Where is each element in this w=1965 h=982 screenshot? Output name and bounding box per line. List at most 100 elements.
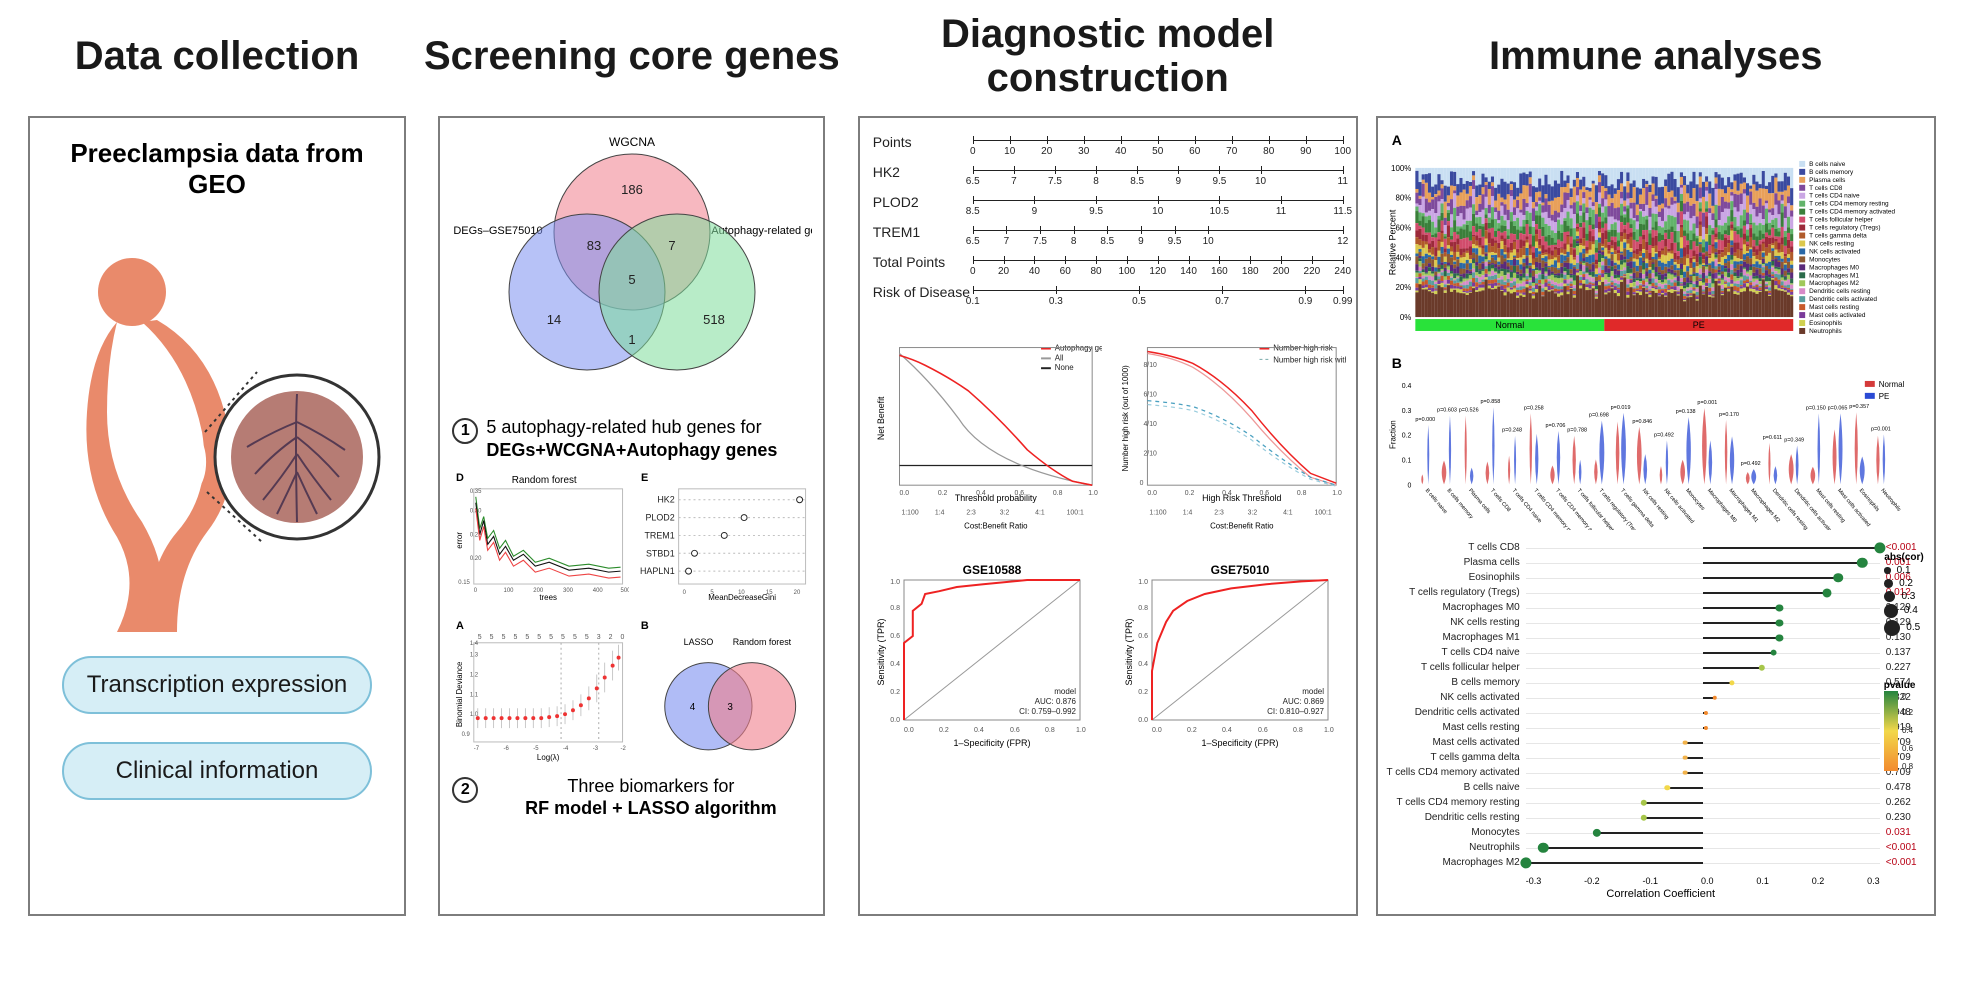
svg-text:T cells CD8: T cells CD8 [1489, 488, 1512, 513]
svg-text:-6: -6 [504, 746, 510, 752]
svg-text:D: D [456, 472, 464, 484]
svg-text:0%: 0% [1400, 313, 1411, 322]
svg-text:1.0: 1.0 [890, 579, 900, 586]
svg-text:0.8: 0.8 [890, 605, 900, 612]
svg-text:5: 5 [561, 634, 565, 641]
svg-text:Mast cells resting: Mast cells resting [1809, 304, 1859, 311]
svg-text:0.4: 0.4 [1222, 490, 1232, 497]
svg-text:1.0: 1.0 [1138, 579, 1148, 586]
svg-text:5: 5 [514, 634, 518, 641]
svg-text:1.0: 1.0 [1324, 727, 1334, 734]
svg-text:Monocytes: Monocytes [1684, 488, 1706, 512]
svg-text:1.2: 1.2 [470, 672, 478, 678]
svg-text:B cells memory: B cells memory [1809, 169, 1854, 176]
svg-text:p=0.000: p=0.000 [1415, 417, 1435, 423]
step-1: 1 5 autophagy-related hub genes for DEGs… [452, 416, 815, 461]
svg-text:0.4: 0.4 [1138, 661, 1148, 668]
svg-text:Mast cells activated: Mast cells activated [1809, 312, 1866, 319]
svg-text:Macrophages M0: Macrophages M0 [1809, 264, 1859, 271]
svg-text:p=0.492: p=0.492 [1741, 461, 1761, 467]
svg-text:GSE75010: GSE75010 [1210, 563, 1269, 577]
svg-text:518: 518 [703, 312, 725, 327]
svg-text:Sensitivity (TPR): Sensitivity (TPR) [1124, 618, 1134, 685]
svg-text:200: 200 [534, 588, 545, 594]
svg-text:0.4: 0.4 [1902, 726, 1914, 735]
svg-text:300: 300 [563, 588, 574, 594]
svg-text:0.4: 0.4 [890, 661, 900, 668]
svg-text:2:3: 2:3 [1214, 510, 1224, 517]
svg-text:p=0.248: p=0.248 [1502, 428, 1522, 434]
svg-text:Net Benefit: Net Benefit [875, 396, 885, 440]
dca-ccd-row: Autophagy genes All None Net Benefit Thr… [870, 338, 1346, 538]
svg-text:3:2: 3:2 [1247, 510, 1257, 517]
roc-row: GSE10588 Sensitivity (TPR) 1–Specificity… [870, 562, 1346, 767]
svg-text:0.4: 0.4 [974, 727, 984, 734]
svg-text:Cost:Benefit Ratio: Cost:Benefit Ratio [1210, 521, 1274, 530]
svg-text:All: All [1055, 353, 1064, 362]
svg-text:E: E [641, 472, 648, 484]
svg-text:p=0.611: p=0.611 [1762, 435, 1781, 441]
col-data-collection: Data collection Preeclampsia data from G… [28, 10, 406, 916]
svg-text:Dendritic cells activated: Dendritic cells activated [1809, 296, 1877, 303]
svg-text:1.4: 1.4 [470, 641, 479, 647]
step-2-number: 2 [452, 777, 478, 803]
title-screening: Screening core genes [424, 10, 840, 102]
venn-label-top: WGCNA [609, 135, 655, 149]
svg-text:7: 7 [668, 238, 675, 253]
dca-plot: Autophagy genes All None Net Benefit Thr… [870, 338, 1102, 538]
svg-text:0.0: 0.0 [1147, 490, 1157, 497]
violin-plot: 00.10.20.30.4FractionNormalPEp=0.000B ce… [1386, 371, 1926, 530]
svg-text:PLOD2: PLOD2 [645, 513, 674, 523]
svg-text:-7: -7 [474, 746, 479, 752]
svg-text:6/10: 6/10 [1143, 392, 1157, 399]
svg-text:0.35: 0.35 [470, 489, 482, 495]
svg-text:CI: 0.759–0.992: CI: 0.759–0.992 [1019, 707, 1076, 716]
svg-text:1:100: 1:100 [901, 510, 918, 517]
svg-text:0.2: 0.2 [1401, 433, 1411, 440]
svg-text:100:1: 100:1 [1066, 510, 1083, 517]
svg-text:model: model [1302, 687, 1324, 696]
svg-text:0.2: 0.2 [890, 689, 900, 696]
svg-text:0.8: 0.8 [1138, 605, 1148, 612]
frame-immune: A 0%20%40%60%80%100%Relative PercentNorm… [1376, 116, 1936, 916]
svg-text:1.3: 1.3 [470, 652, 479, 658]
svg-text:T cells CD8: T cells CD8 [1809, 185, 1843, 192]
figure-panels: Data collection Preeclampsia data from G… [0, 0, 1965, 926]
svg-text:1–Specificity (FPR): 1–Specificity (FPR) [953, 738, 1030, 748]
svg-text:0: 0 [1139, 480, 1143, 487]
svg-text:0.0: 0.0 [899, 490, 909, 497]
svg-text:error: error [455, 532, 464, 549]
svg-text:AUC: 0.869: AUC: 0.869 [1282, 697, 1324, 706]
lasso-rf-venn: B LASSO Random forest 4 3 [635, 617, 814, 771]
rf-gini-plot: E MeanDecreaseGini 05101520 HK2 PLOD2 TR… [635, 469, 814, 613]
svg-text:4:1: 4:1 [1283, 510, 1293, 517]
svg-text:5: 5 [490, 634, 494, 641]
svg-text:Monocytes: Monocytes [1809, 256, 1840, 263]
lollipop-wrap: T cells CD8<0.001Plasma cells0.001Eosino… [1386, 540, 1926, 900]
svg-text:Neutrophils: Neutrophils [1809, 328, 1842, 335]
svg-text:p=0.858: p=0.858 [1480, 399, 1500, 405]
svg-text:4: 4 [690, 702, 696, 713]
svg-text:0.1: 0.1 [1401, 457, 1411, 464]
title-immune: Immune analyses [1489, 10, 1823, 102]
svg-text:1:4: 1:4 [935, 510, 945, 517]
roc-GSE10588: GSE10588 Sensitivity (TPR) 1–Specificity… [870, 562, 1106, 767]
svg-text:Cost:Benefit Ratio: Cost:Benefit Ratio [964, 521, 1028, 530]
lasso-mini-row: A 5555 5555 55320 Binomial Deviance Log(… [450, 617, 813, 771]
svg-text:p=0.349: p=0.349 [1784, 437, 1804, 443]
lasso-plot: A 5555 5555 55320 Binomial Deviance Log(… [450, 617, 629, 771]
svg-text:PE: PE [1878, 392, 1889, 401]
svg-text:p=0.019: p=0.019 [1610, 405, 1630, 411]
svg-text:p=0.001: p=0.001 [1871, 426, 1891, 432]
svg-text:1:100: 1:100 [1149, 510, 1166, 517]
svg-text:0.2: 0.2 [1138, 689, 1148, 696]
svg-text:0.20: 0.20 [470, 556, 482, 562]
svg-text:0.2: 0.2 [1902, 708, 1914, 717]
svg-text:CI: 0.810–0.927: CI: 0.810–0.927 [1267, 707, 1324, 716]
lollipop-plot: T cells CD8<0.001Plasma cells0.001Eosino… [1386, 540, 1926, 900]
svg-text:Number high risk with event: Number high risk with event [1273, 355, 1346, 364]
svg-text:B cells naive: B cells naive [1423, 488, 1447, 515]
svg-text:0.8: 0.8 [1293, 727, 1303, 734]
svg-text:None: None [1055, 363, 1074, 372]
svg-text:14: 14 [547, 312, 561, 327]
